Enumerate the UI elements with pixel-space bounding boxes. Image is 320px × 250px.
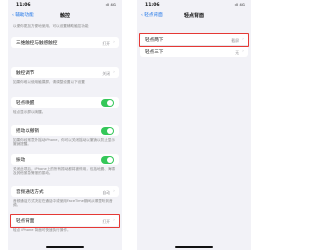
shake-undo-note: 如果你经常意外摇动iPhone，你可以关闭摇动以撤销以防止显示撤销提醒。	[13, 137, 115, 146]
touch-adjust-note: 如果你难以使用触摸屏，请调整设置以下设置	[13, 79, 85, 84]
back-tap-note: 轻点 iPhone 背面可快速执行操作。	[13, 227, 71, 232]
highlight-box	[139, 32, 249, 47]
highlight-box	[10, 213, 120, 228]
group-shake-undo: 摇动以撤销	[11, 125, 119, 136]
row-label: 音频通话方式	[16, 190, 44, 195]
row-label: 触控调节	[16, 71, 35, 76]
row-label: 轻点三下	[145, 50, 164, 55]
row-vibration: 振动	[11, 154, 119, 165]
row-value: 打开	[102, 40, 110, 46]
nav-bar: ‹ 轻点背面 轻点背面	[137, 10, 251, 22]
tap-wake-note: 轻点显示屏以唤醒。	[13, 109, 46, 114]
row-tap-to-wake: 轻点唤醒	[11, 97, 119, 108]
group-3d-touch: 三维触控与触感触控 打开 ›	[11, 37, 119, 48]
status-time: 11:06	[145, 3, 160, 8]
toggle-knob	[107, 127, 114, 134]
group-vibration: 振动	[11, 154, 119, 165]
row-label: 轻点唤醒	[16, 101, 35, 106]
signal-icon: ıll 4G	[105, 3, 116, 7]
status-time: 11:06	[16, 3, 31, 8]
row-3d-touch[interactable]: 三维触控与触感触控 打开 ›	[11, 37, 119, 48]
row-value: 自动	[102, 189, 110, 195]
chevron-right-icon: ›	[242, 49, 244, 54]
row-value: 无	[235, 49, 239, 55]
home-indicator	[175, 246, 213, 248]
status-bar: 11:06 ıll 4G	[8, 0, 122, 10]
row-touch-accommodations[interactable]: 触控调节 关闭 ›	[11, 67, 119, 78]
left-phone-screen: 11:06 ıll 4G ‹ 辅助功能 触控 以便你更加方便地使用，可以设置辅助…	[8, 0, 122, 250]
nav-bar: ‹ 辅助功能 触控	[8, 10, 122, 22]
toggle-knob	[107, 99, 114, 106]
row-label: 三维触控与触感触控	[16, 41, 58, 46]
chevron-right-icon: ›	[113, 70, 115, 75]
right-phone-screen: 11:06 ıll 4G ‹ 轻点背面 轻点背面 轻点两下 截屏 › 轻点三下 …	[137, 0, 251, 250]
shake-to-undo-toggle[interactable]	[101, 127, 114, 135]
vibration-note: 关闭此项后，iPhone上的所有振动都将被停用，包括地震、海啸及其他紧急警报的振…	[13, 166, 115, 175]
home-indicator	[46, 246, 84, 248]
vibration-toggle[interactable]	[101, 156, 114, 164]
toggle-knob	[107, 156, 114, 163]
row-value: 关闭	[102, 70, 110, 76]
row-label: 摇动以撤销	[16, 129, 39, 134]
chevron-right-icon: ›	[113, 40, 115, 45]
status-bar: 11:06 ıll 4G	[137, 0, 251, 10]
call-audio-note: 音频通话方式决定在通话中或使用FaceTime期间从哪里听到音频。	[13, 198, 113, 207]
row-shake-to-undo: 摇动以撤销	[11, 125, 119, 136]
group-call-audio: 音频通话方式 自动 ›	[11, 186, 119, 197]
tap-to-wake-toggle[interactable]	[101, 99, 114, 107]
row-call-audio-routing[interactable]: 音频通话方式 自动 ›	[11, 186, 119, 197]
page-title: 轻点背面	[183, 13, 204, 19]
row-triple-tap[interactable]: 轻点三下 无 ›	[140, 46, 248, 57]
group-tap-wake: 轻点唤醒	[11, 97, 119, 108]
top-note: 以便你更加方便地使用，可以设置辅助触控功能	[13, 24, 89, 28]
group-touch-adjust: 触控调节 关闭 ›	[11, 67, 119, 78]
page-title: 触控	[59, 13, 70, 19]
signal-icon: ıll 4G	[234, 3, 245, 7]
chevron-right-icon: ›	[113, 189, 115, 194]
row-label: 振动	[16, 158, 26, 163]
